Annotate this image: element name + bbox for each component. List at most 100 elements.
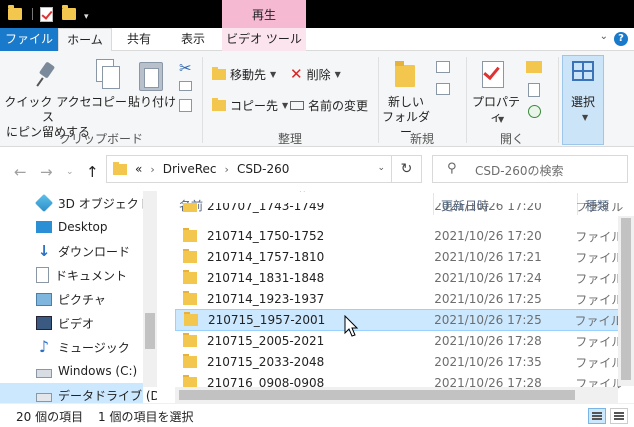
chevron-down-icon: ▼ xyxy=(282,100,289,110)
nav-item-label: ミュージック xyxy=(58,340,130,355)
folder-icon xyxy=(183,354,197,368)
table-row[interactable]: 210714_1831-1848 2021/10/26 17:24 ファイル xyxy=(175,267,634,289)
history-icon[interactable] xyxy=(528,105,541,118)
copy-to-button[interactable]: コピー先 ▼ xyxy=(212,96,288,114)
table-row[interactable]: 210714_1757-1810 2021/10/26 17:21 ファイル xyxy=(175,246,634,268)
chevron-down-icon[interactable]: ⌄ xyxy=(377,163,385,173)
tab-share[interactable]: 共有 xyxy=(112,28,166,51)
rename-button[interactable]: 名前の変更 xyxy=(290,96,368,114)
nav-item-label: ビデオ xyxy=(58,316,95,331)
3d-objects-icon xyxy=(34,193,54,213)
nav-item-pictures[interactable]: ピクチャ xyxy=(0,287,143,311)
details-view-icon[interactable] xyxy=(588,408,606,424)
nav-item-label: Desktop xyxy=(58,220,108,234)
breadcrumb-item[interactable]: DriveRec xyxy=(163,162,217,176)
move-to-button[interactable]: 移動先 ▼ xyxy=(212,65,276,83)
folder-icon xyxy=(183,270,197,284)
file-list-vertical-scrollbar[interactable] xyxy=(618,216,634,386)
tab-view[interactable]: 表示 xyxy=(166,28,220,51)
folder-icon[interactable] xyxy=(8,5,22,23)
properties-button[interactable]: プロパティ xyxy=(468,95,524,125)
breadcrumb-overflow[interactable]: « xyxy=(135,162,142,176)
new-folder-quick-icon[interactable] xyxy=(62,5,76,23)
download-icon: ↓ xyxy=(37,242,51,260)
scrollbar-thumb[interactable] xyxy=(179,390,575,400)
paste-button[interactable]: 貼り付け xyxy=(128,95,176,110)
ribbon: クイック アクセス にピン留めする コピー 貼り付け ✂ クリップボード 移動先… xyxy=(0,51,634,147)
table-row[interactable]: 210714_1750-1752 2021/10/26 17:20 ファイル xyxy=(175,225,634,247)
scrollbar-thumb[interactable] xyxy=(145,313,155,349)
select-icon xyxy=(572,61,594,81)
new-item-icon[interactable] xyxy=(436,61,450,73)
paste-shortcut-icon[interactable] xyxy=(179,99,192,112)
pictures-icon xyxy=(36,292,52,306)
file-name: 210707_1743-1749 xyxy=(207,203,325,213)
delete-button[interactable]: ✕ 削除 ▼ xyxy=(290,65,341,83)
edit-icon[interactable] xyxy=(528,83,540,97)
search-box[interactable]: ⚲ CSD-260の検索 xyxy=(432,155,628,183)
properties-icon xyxy=(482,61,504,88)
rename-label: 名前の変更 xyxy=(308,98,369,113)
status-bar: 20 個の項目 1 個の項目を選択 xyxy=(0,403,634,427)
nav-pane-scrollbar[interactable] xyxy=(143,191,157,387)
customize-quick-access-icon[interactable]: ▾ xyxy=(84,12,89,22)
pin-icon xyxy=(36,63,58,89)
recent-locations-icon[interactable]: ⌄ xyxy=(66,167,74,177)
table-row[interactable]: 210707_1743-1749 2021/10/26 17:20 ファイル xyxy=(175,203,634,219)
nav-item-documents[interactable]: ドキュメント xyxy=(0,263,143,287)
up-arrow-icon[interactable]: ↑ xyxy=(86,163,99,181)
folder-icon xyxy=(183,333,197,347)
easy-access-icon[interactable] xyxy=(436,83,450,95)
copy-button[interactable]: コピー xyxy=(90,95,128,110)
group-label-clipboard: クリップボード xyxy=(58,132,143,146)
file-name: 210714_1750-1752 xyxy=(207,229,325,243)
file-date: 2021/10/26 17:20 xyxy=(434,229,542,243)
refresh-button[interactable]: ↻ xyxy=(392,155,422,183)
cut-icon[interactable]: ✂ xyxy=(179,59,193,77)
file-type: ファイル xyxy=(575,203,624,214)
mouse-cursor-icon xyxy=(344,315,359,337)
nav-item-label: ダウンロード xyxy=(58,244,131,259)
open-icon[interactable] xyxy=(526,61,542,73)
group-label-open: 開く xyxy=(499,132,524,146)
paste-icon xyxy=(139,59,163,91)
search-input[interactable]: CSD-260の検索 xyxy=(475,162,563,179)
tab-home[interactable]: ホーム xyxy=(58,28,112,52)
nav-item-downloads[interactable]: ↓ ダウンロード xyxy=(0,239,143,263)
file-date: 2021/10/26 17:21 xyxy=(434,250,542,264)
copy-to-icon xyxy=(212,97,226,111)
large-icons-view-icon[interactable] xyxy=(610,408,628,424)
nav-item-videos[interactable]: ビデオ xyxy=(0,311,143,335)
table-row[interactable]: 210715_2005-2021 2021/10/26 17:28 ファイル xyxy=(175,330,634,352)
chevron-down-icon: ▼ xyxy=(270,69,277,79)
document-icon xyxy=(36,267,49,283)
file-list-horizontal-scrollbar[interactable] xyxy=(175,387,618,403)
properties-quick-icon[interactable] xyxy=(40,5,53,23)
chevron-down-icon[interactable]: ▼ xyxy=(498,115,504,124)
file-name: 210714_1923-1937 xyxy=(207,292,325,306)
copy-path-icon[interactable] xyxy=(179,81,192,91)
back-arrow-icon[interactable]: ← xyxy=(14,163,27,181)
tab-file[interactable]: ファイル xyxy=(0,28,58,51)
nav-item-label: Windows (C:) xyxy=(58,364,138,378)
help-icon[interactable]: ? xyxy=(614,32,628,46)
folder-icon xyxy=(113,161,127,175)
nav-item-drive-d[interactable]: データドライブ (D:) xyxy=(0,383,157,403)
scrollbar-thumb[interactable] xyxy=(621,218,631,380)
delete-label: 削除 xyxy=(306,67,331,82)
nav-item-drive-c[interactable]: Windows (C:) xyxy=(0,359,143,383)
table-row[interactable]: 210715_2033-2048 2021/10/26 17:35 ファイル xyxy=(175,351,634,373)
file-name: 210714_1831-1848 xyxy=(207,271,325,285)
nav-item-3d-objects[interactable]: 3D オブジェクト xyxy=(0,191,151,215)
folder-icon xyxy=(183,228,197,242)
breadcrumb-item[interactable]: CSD-260 xyxy=(237,162,289,176)
nav-item-music[interactable]: ♪ ミュージック xyxy=(0,335,143,359)
forward-arrow-icon[interactable]: → xyxy=(40,163,53,181)
table-row-selected[interactable]: 210715_1957-2001 2021/10/26 17:25 ファイル xyxy=(175,309,634,331)
chevron-down-icon[interactable]: ⌄ xyxy=(600,31,608,42)
move-to-label: 移動先 xyxy=(230,67,267,82)
tab-video-tools[interactable]: ビデオ ツール xyxy=(222,28,306,51)
table-row[interactable]: 210714_1923-1937 2021/10/26 17:25 ファイル xyxy=(175,288,634,310)
address-bar[interactable]: « › DriveRec › CSD-260 ⌄ xyxy=(106,155,392,183)
nav-item-desktop[interactable]: Desktop xyxy=(0,215,143,239)
